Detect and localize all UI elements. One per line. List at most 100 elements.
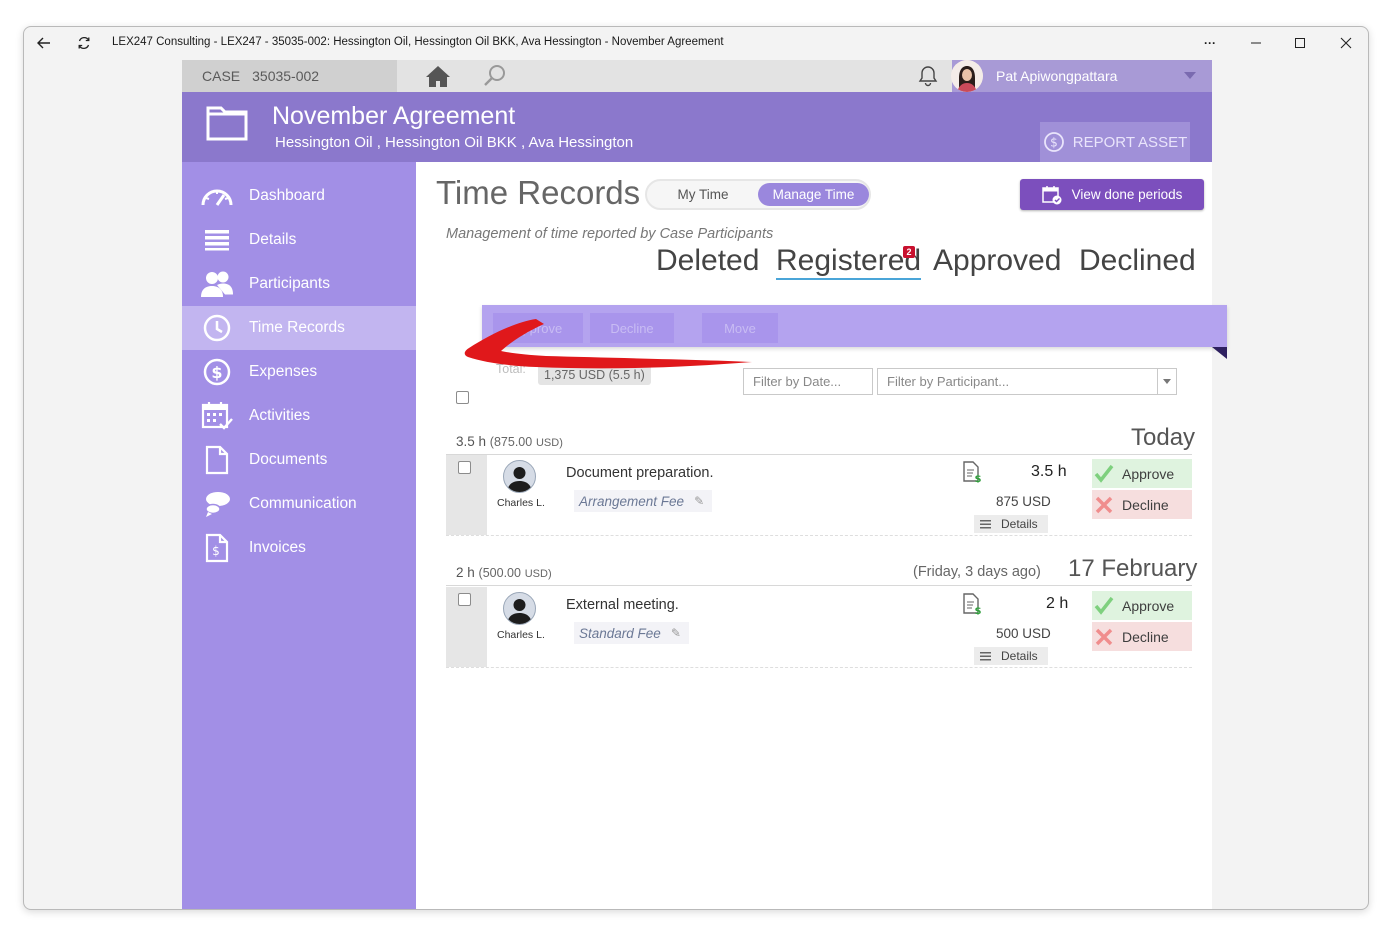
tab-approved[interactable]: Approved xyxy=(933,244,1061,278)
title-bar: LEX247 Consulting - LEX247 - 35035-002: … xyxy=(24,27,1368,59)
svg-text:$: $ xyxy=(975,606,982,615)
group-currency: USD) xyxy=(535,437,563,449)
svg-text:$: $ xyxy=(975,474,982,483)
minimize-button[interactable] xyxy=(1236,27,1276,59)
group-relative-date: (Friday, 3 days ago) xyxy=(913,564,1041,580)
details-button[interactable]: Details xyxy=(974,515,1048,533)
back-button[interactable] xyxy=(24,27,64,59)
cross-icon xyxy=(1095,628,1113,645)
tab-registered-label: Registered xyxy=(776,244,922,277)
case-clients: Hessington Oil , Hessington Oil BKK , Av… xyxy=(275,134,634,151)
fee-type-selector[interactable]: Arrangement Fee ✎ xyxy=(572,490,713,512)
sidebar-item-participants[interactable]: Participants xyxy=(182,262,416,306)
participant-name: Charles L. xyxy=(497,497,545,509)
dropdown-arrow-icon xyxy=(1157,369,1176,394)
sidebar-item-time-records[interactable]: Time Records xyxy=(182,306,416,350)
checkmark-icon xyxy=(1094,464,1114,483)
sidebar-item-invoices[interactable]: $ Invoices xyxy=(182,526,416,570)
record-description: Document preparation. xyxy=(566,465,714,481)
details-button[interactable]: Details xyxy=(974,647,1048,665)
group-summary-today: 3.5 h (875.00 USD) xyxy=(456,434,563,449)
action-bar-corner xyxy=(1212,347,1227,359)
sidebar-item-communication[interactable]: Communication xyxy=(182,482,416,526)
minimize-icon xyxy=(1251,42,1261,44)
billable-document-icon: $ xyxy=(963,593,982,615)
tab-deleted[interactable]: Deleted xyxy=(656,244,759,278)
user-menu[interactable]: Pat Apiwongpattara xyxy=(951,60,1212,92)
filter-by-participant-select[interactable]: Filter by Participant... xyxy=(877,368,1177,395)
more-options-button[interactable]: ··· xyxy=(1190,27,1230,59)
search-button[interactable] xyxy=(482,64,508,93)
time-record-row: Charles L. Document preparation. Arrange… xyxy=(446,455,1192,536)
close-button[interactable] xyxy=(1326,27,1366,59)
approve-button[interactable]: Approve xyxy=(1092,459,1192,488)
notifications-button[interactable] xyxy=(916,64,940,93)
total-value: 1,375 USD (5.5 h) xyxy=(538,364,651,385)
participant-avatar xyxy=(503,460,536,493)
record-checkbox[interactable] xyxy=(458,461,471,474)
sidebar-item-documents[interactable]: Documents xyxy=(182,438,416,482)
sidebar-item-label: Activities xyxy=(249,407,311,424)
record-amount: 500 USD xyxy=(996,626,1051,641)
details-label: Details xyxy=(1001,649,1038,663)
my-time-option[interactable]: My Time xyxy=(653,183,753,206)
report-asset-label: REPORT ASSET xyxy=(1072,133,1188,151)
sidebar-item-label: Details xyxy=(249,231,297,248)
search-icon xyxy=(484,65,505,86)
maximize-icon xyxy=(1295,38,1305,48)
top-bar: CASE 35035-002 Pat Apiwongpattara xyxy=(182,60,1212,92)
decline-label: Decline xyxy=(1122,628,1169,645)
approve-button[interactable]: Approve xyxy=(1092,591,1192,620)
bulk-action-bar: Approve Decline Move xyxy=(482,305,1227,347)
time-record-row: Charles L. External meeting. Standard Fe… xyxy=(446,587,1192,668)
tab-registered[interactable]: Registered 2 xyxy=(776,244,922,280)
group-date-today: Today xyxy=(1131,424,1196,451)
case-label: CASE xyxy=(202,68,241,84)
tab-declined[interactable]: Declined xyxy=(1079,244,1196,278)
pencil-icon: ✎ xyxy=(670,626,681,640)
record-checkbox[interactable] xyxy=(458,593,471,606)
fee-type-label: Standard Fee xyxy=(579,625,661,641)
app-content: CASE 35035-002 Pat Apiwongpattara Novemb… xyxy=(182,60,1227,909)
sidebar-item-activities[interactable]: Activities xyxy=(182,394,416,438)
sidebar-item-details[interactable]: Details xyxy=(182,218,416,262)
bulk-approve-button[interactable]: Approve xyxy=(493,313,583,343)
home-button[interactable] xyxy=(424,64,452,93)
sidebar-item-label: Expenses xyxy=(249,363,318,380)
case-header: November Agreement Hessington Oil , Hess… xyxy=(182,92,1212,162)
sidebar-item-dashboard[interactable]: Dashboard xyxy=(182,174,416,218)
svg-text:$: $ xyxy=(1050,136,1058,150)
dollar-icon: $ xyxy=(200,357,234,387)
refresh-button[interactable] xyxy=(64,27,104,59)
bulk-move-button[interactable]: Move xyxy=(702,313,778,343)
decline-button[interactable]: Decline xyxy=(1092,490,1192,519)
decline-button[interactable]: Decline xyxy=(1092,622,1192,651)
clock-icon xyxy=(200,313,234,343)
checkmark-icon xyxy=(1094,596,1114,615)
group-hours: 3.5 h xyxy=(456,434,487,449)
participant-avatar xyxy=(503,592,536,625)
page-subtitle: Management of time reported by Case Part… xyxy=(446,226,774,242)
sidebar-item-expenses[interactable]: $ Expenses xyxy=(182,350,416,394)
fee-type-selector[interactable]: Standard Fee ✎ xyxy=(572,622,689,644)
manage-time-option[interactable]: Manage Time xyxy=(758,183,869,206)
filter-by-date-input[interactable]: Filter by Date... xyxy=(743,368,873,395)
chat-icon xyxy=(200,489,234,519)
sidebar-item-label: Communication xyxy=(249,495,357,512)
people-icon xyxy=(200,269,234,299)
registered-count-badge: 2 xyxy=(903,246,915,258)
report-asset-button[interactable]: $ REPORT ASSET xyxy=(1040,122,1190,162)
record-hours: 2 h xyxy=(1046,595,1069,612)
calendar-icon xyxy=(200,401,234,431)
avatar-icon xyxy=(951,60,983,92)
maximize-button[interactable] xyxy=(1280,27,1320,59)
approve-label: Approve xyxy=(1122,465,1175,482)
bulk-decline-button[interactable]: Decline xyxy=(590,313,674,343)
select-all-checkbox[interactable] xyxy=(456,391,469,404)
view-done-periods-button[interactable]: View done periods xyxy=(1020,179,1204,210)
group-summary-17-february: 2 h (500.00 USD) xyxy=(456,565,552,580)
sidebar-item-label: Dashboard xyxy=(249,187,325,204)
participant-filter-placeholder: Filter by Participant... xyxy=(887,374,1010,389)
gauge-icon xyxy=(200,181,234,211)
view-done-periods-label: View done periods xyxy=(1071,187,1183,202)
